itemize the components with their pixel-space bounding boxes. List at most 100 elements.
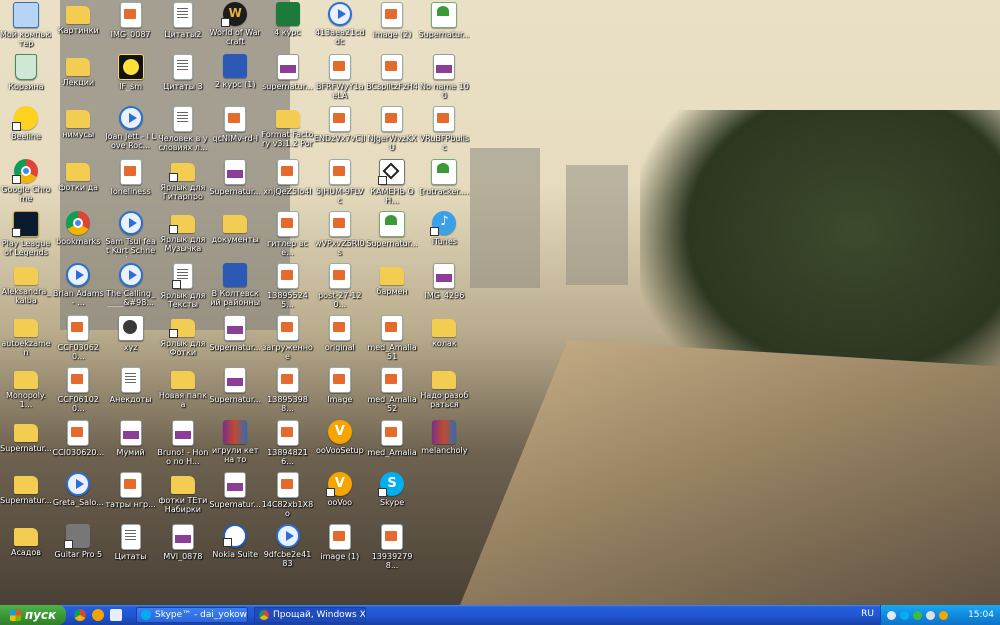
- desktop-icon[interactable]: 2 курс (1): [209, 54, 261, 89]
- desktop-icon[interactable]: Асадов: [0, 524, 52, 557]
- desktop-icon[interactable]: NJgerWvzKXU: [366, 106, 418, 152]
- desktop-icon[interactable]: ooVoo: [314, 471, 366, 507]
- desktop-icon[interactable]: loneliness: [105, 158, 157, 196]
- desktop-icon[interactable]: autoekzamen: [0, 315, 52, 357]
- language-indicator[interactable]: RU: [861, 609, 874, 619]
- desktop-icon[interactable]: qcNIMv-rd-I: [209, 106, 261, 143]
- desktop-icon[interactable]: Google Chrome: [0, 158, 52, 203]
- desktop-icon[interactable]: 138953988...: [262, 367, 314, 413]
- desktop-icon[interactable]: Play League of Legends: [0, 210, 52, 257]
- taskbar-button-chrome[interactable]: Прощай, Windows X...: [254, 607, 366, 623]
- desktop-icon[interactable]: Цитаты2: [157, 2, 209, 39]
- desktop-icon[interactable]: 138948216...: [262, 419, 314, 466]
- desktop-icon[interactable]: image (1): [314, 524, 366, 561]
- skype-tray-icon[interactable]: [900, 610, 909, 620]
- desktop-icon[interactable]: BFRFWyY1aeLA: [314, 54, 366, 100]
- desktop-icon[interactable]: xyz: [105, 315, 157, 352]
- desktop-icon[interactable]: No name 100: [418, 54, 470, 100]
- desktop-icon[interactable]: татры нгр...: [105, 471, 157, 509]
- desktop-icon[interactable]: 4 курс: [262, 2, 314, 37]
- desktop-icon[interactable]: Monopoly.1...: [0, 367, 52, 409]
- desktop-icon[interactable]: MVI_0878: [157, 524, 209, 561]
- desktop-icon[interactable]: med_Amalia51: [366, 315, 418, 361]
- desktop-icon[interactable]: Image: [314, 367, 366, 404]
- clock[interactable]: 15:04: [968, 610, 1000, 620]
- desktop-icon[interactable]: Supernatur...: [366, 210, 418, 248]
- desktop-icon[interactable]: Supernatur...: [0, 472, 52, 505]
- desktop-icon[interactable]: Цитаты 3: [157, 54, 209, 91]
- desktop-icon[interactable]: Надо разобраться: [418, 367, 470, 409]
- desktop-icon[interactable]: Картинки: [52, 2, 104, 35]
- desktop-icon[interactable]: IF_sm: [105, 54, 157, 91]
- desktop-icon[interactable]: Brian Adams - ...: [52, 263, 104, 307]
- desktop-icon[interactable]: КАМЕНЬ ОН...: [366, 158, 418, 205]
- desktop-icon[interactable]: CCF061020...: [52, 367, 104, 413]
- desktop-icon[interactable]: Ярлык для Тексты: [157, 263, 209, 309]
- desktop-icon[interactable]: Supernatur...: [209, 367, 261, 404]
- desktop-icon[interactable]: ooVooSetup: [314, 419, 366, 455]
- desktop-icon[interactable]: фотки да: [52, 159, 104, 192]
- desktop-icon[interactable]: IMG_0087: [105, 2, 157, 39]
- desktop-icon[interactable]: Мумий: [105, 419, 157, 457]
- desktop-icon[interactable]: World of Warcraft: [209, 2, 261, 46]
- desktop-icon[interactable]: Корзина: [0, 54, 52, 91]
- explorer-icon[interactable]: [110, 609, 122, 621]
- network-icon[interactable]: [887, 610, 896, 620]
- desktop-icon[interactable]: Supernatur...: [209, 315, 261, 352]
- desktop-icon[interactable]: VRuBFPbullsc: [418, 106, 470, 152]
- desktop-icon[interactable]: iTunes: [418, 210, 470, 246]
- desktop-icon[interactable]: BCsplitzFzH4: [366, 54, 418, 91]
- desktop-icon[interactable]: 5jHUM-9FLVc: [314, 158, 366, 205]
- desktop-icon[interactable]: original: [314, 315, 366, 352]
- desktop-icon[interactable]: Supernatur...: [209, 471, 261, 509]
- desktop-icon[interactable]: Sam Tsui feat Kurt Schnei...: [105, 210, 157, 257]
- desktop-icon[interactable]: 138955245...: [262, 263, 314, 309]
- desktop-icon[interactable]: Ярлык для Гитарпро: [157, 159, 209, 201]
- desktop-icon[interactable]: Ярлык для Музычка: [157, 211, 209, 253]
- desktop-icon[interactable]: Человек в условиях л...: [157, 106, 209, 152]
- desktop-icon[interactable]: бармен: [366, 263, 418, 296]
- desktop-icon[interactable]: документы: [209, 211, 261, 244]
- desktop-icon[interactable]: [rutracker....: [418, 158, 470, 196]
- desktop-icon[interactable]: В Колтевский районный с...: [209, 263, 261, 309]
- desktop-icon[interactable]: Анекдоты: [105, 367, 157, 404]
- desktop-icon[interactable]: гитлер все...: [262, 210, 314, 257]
- desktop-icon[interactable]: Greta_Salo...: [52, 471, 104, 507]
- desktop-icon[interactable]: IMG_4296: [418, 263, 470, 300]
- taskbar-button-skype[interactable]: Skype™ - dai_yokowo: [136, 607, 248, 623]
- desktop-icon[interactable]: Новая папка: [157, 367, 209, 409]
- desktop-icon[interactable]: Supernatur...: [0, 420, 52, 453]
- desktop-icon[interactable]: Skype: [366, 471, 418, 507]
- desktop-icon[interactable]: Цитаты: [105, 524, 157, 561]
- desktop-icon[interactable]: нимусы: [52, 106, 104, 139]
- desktop-icon[interactable]: Format Factory v3.1.2 Port...: [262, 106, 314, 150]
- desktop-icon[interactable]: загруженное: [262, 315, 314, 361]
- desktop-icon[interactable]: CCI030620...: [52, 419, 104, 457]
- desktop-icon[interactable]: 139392798...: [366, 524, 418, 570]
- desktop-icon[interactable]: post-27-120...: [314, 263, 366, 309]
- desktop-icon[interactable]: Beeline: [0, 106, 52, 141]
- desktop-icon[interactable]: 413aea21cddc: [314, 2, 366, 46]
- desktop-icon[interactable]: Мой компьютер: [0, 2, 52, 48]
- desktop-icon[interactable]: med_Amalia: [366, 419, 418, 457]
- desktop-icon[interactable]: The Calling_ ____&#98...: [105, 263, 157, 307]
- chrome-icon[interactable]: [74, 609, 86, 621]
- desktop-icon[interactable]: Nokia Suite: [209, 524, 261, 559]
- desktop-icon[interactable]: фотки ТЕти Набирки: [157, 472, 209, 514]
- desktop-icon[interactable]: Aleksandra_kalba: [0, 263, 52, 305]
- start-button[interactable]: пуск: [0, 605, 66, 625]
- volume-icon[interactable]: [926, 610, 935, 620]
- desktop-icon[interactable]: игрули кет на то: [209, 419, 261, 464]
- desktop-icon[interactable]: CCF030620...: [52, 315, 104, 361]
- desktop-icon[interactable]: xnjQeZ5lo4I: [262, 158, 314, 196]
- desktop-icon[interactable]: bookmarks: [52, 210, 104, 246]
- desktop-icon[interactable]: Supernatur...: [418, 2, 470, 39]
- desktop-icon[interactable]: 14C82xb1X8o: [262, 471, 314, 518]
- desktop-icon[interactable]: Лекции: [52, 54, 104, 87]
- desktop-icon[interactable]: Ярлык для Фотки: [157, 315, 209, 357]
- desktop-icon[interactable]: Supernatur...: [209, 158, 261, 196]
- antivirus-icon[interactable]: [913, 610, 922, 620]
- desktop-icon[interactable]: med_Amalia52: [366, 367, 418, 413]
- desktop-icon[interactable]: 9dfcbe2e4183: [262, 524, 314, 568]
- desktop-icon[interactable]: wVPxvZ5Rl0s: [314, 210, 366, 257]
